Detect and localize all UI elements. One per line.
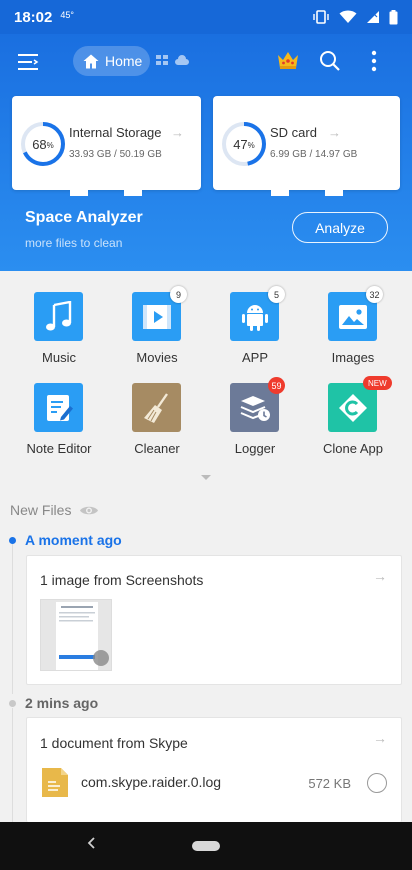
status-bar: 18:02 45° — [0, 0, 412, 34]
status-temperature: 45° — [60, 10, 74, 20]
category-note-editor[interactable]: Note Editor — [9, 383, 109, 473]
analyze-button[interactable]: Analyze — [292, 212, 388, 243]
back-chevron-icon — [87, 837, 95, 849]
timeline-dot — [9, 700, 16, 707]
space-analyzer-title: Space Analyzer — [25, 209, 143, 226]
category-label: Logger — [234, 441, 276, 456]
file-group-card[interactable]: 1 document from Skype → com.skype.raider… — [26, 717, 402, 822]
eye-icon[interactable] — [79, 504, 99, 517]
movies-count-badge: 9 — [170, 286, 187, 303]
category-label: Note Editor — [26, 441, 92, 456]
time-group-label: A moment ago — [25, 532, 122, 548]
arrow-right-icon: → — [373, 730, 387, 746]
sd-card-storage-card[interactable]: 47% SD card → 6.99 GB / 14.97 GB — [213, 96, 400, 196]
space-analyzer-subtitle: more files to clean — [25, 236, 123, 250]
more-options-button[interactable] — [362, 49, 386, 78]
timeline-line — [12, 708, 13, 822]
file-name[interactable]: com.skype.raider.0.log — [81, 774, 221, 790]
network-icon — [156, 55, 168, 65]
arrow-right-icon: → — [373, 568, 387, 584]
app-header: Home 68% Internal Storage → 33.93 GB / 5… — [0, 34, 412, 271]
home-pill-button[interactable] — [192, 841, 220, 851]
toolbar: Home — [0, 34, 412, 90]
system-navigation-bar — [0, 822, 412, 870]
internal-storage-title: Internal Storage — [69, 125, 162, 140]
premium-button[interactable] — [276, 49, 300, 76]
category-label: Cleaner — [134, 441, 180, 456]
category-label: Music — [42, 350, 76, 365]
menu-icon — [18, 54, 39, 70]
file-group-title: 1 document from Skype — [40, 735, 188, 751]
internal-storage-usage: 33.93 GB / 50.19 GB — [69, 149, 162, 160]
file-size: 572 KB — [308, 776, 351, 791]
search-icon — [320, 51, 340, 71]
category-cleaner[interactable]: Cleaner — [107, 383, 207, 473]
wifi-icon — [339, 10, 357, 23]
screenshot-preview — [41, 600, 111, 670]
sd-card-percent: 47% — [233, 136, 255, 152]
path-icons — [155, 54, 189, 66]
clone-app-new-badge: NEW — [363, 376, 392, 390]
screenshot-thumbnail[interactable] — [40, 599, 112, 671]
internal-storage-card[interactable]: 68% Internal Storage → 33.93 GB / 50.19 … — [12, 96, 201, 196]
arrow-right-icon: → — [171, 125, 184, 140]
new-files-header: New Files — [10, 502, 99, 518]
category-label: APP — [241, 350, 268, 365]
image-icon — [338, 304, 367, 329]
time-group-label: 2 mins ago — [25, 695, 99, 711]
vibrate-icon — [313, 10, 329, 24]
android-icon — [241, 304, 268, 331]
more-vert-icon — [371, 50, 377, 72]
category-clone-app[interactable]: NEW Clone App — [303, 376, 403, 473]
category-app[interactable]: 5 APP — [205, 286, 305, 382]
video-icon — [142, 304, 171, 329]
cell-signal-icon — [367, 11, 379, 23]
arrow-right-icon: → — [328, 125, 341, 140]
home-breadcrumb[interactable]: Home — [73, 46, 150, 76]
category-images[interactable]: 32 Images — [303, 286, 403, 382]
clone-icon — [338, 393, 367, 422]
new-files-title: New Files — [10, 502, 72, 518]
internal-storage-percent: 68% — [32, 136, 54, 152]
note-edit-icon — [46, 394, 73, 421]
crown-icon — [278, 52, 298, 69]
logger-count-badge: 59 — [268, 377, 285, 394]
home-label: Home — [105, 53, 143, 69]
category-label: Images — [331, 350, 375, 365]
music-note-icon — [45, 300, 71, 330]
search-button[interactable] — [318, 49, 342, 78]
menu-button[interactable] — [16, 50, 40, 74]
cloud-icon — [175, 55, 189, 65]
battery-icon — [389, 9, 398, 24]
document-file-icon — [42, 768, 68, 797]
file-group-card[interactable]: 1 image from Screenshots → — [26, 555, 402, 685]
app-count-badge: 5 — [268, 286, 285, 303]
category-label: Clone App — [323, 441, 383, 456]
images-count-badge: 32 — [366, 286, 383, 303]
category-music[interactable]: Music — [9, 292, 109, 382]
timeline-line — [12, 544, 13, 694]
logger-icon — [240, 395, 270, 421]
expand-categories-button[interactable] — [200, 469, 212, 487]
back-button[interactable] — [86, 836, 98, 855]
category-label: Movies — [136, 350, 178, 365]
file-group-title: 1 image from Screenshots — [40, 572, 204, 588]
broom-icon — [143, 392, 168, 423]
file-select-checkbox[interactable] — [367, 773, 387, 793]
home-icon — [83, 54, 99, 68]
category-movies[interactable]: 9 Movies — [107, 286, 207, 382]
chevron-down-icon — [201, 475, 211, 480]
status-time: 18:02 — [14, 8, 53, 26]
category-logger[interactable]: 59 Logger — [205, 377, 305, 473]
sd-card-usage: 6.99 GB / 14.97 GB — [270, 149, 358, 160]
status-icons — [312, 9, 398, 25]
timeline-dot — [9, 537, 16, 544]
sd-card-title: SD card — [270, 125, 317, 140]
